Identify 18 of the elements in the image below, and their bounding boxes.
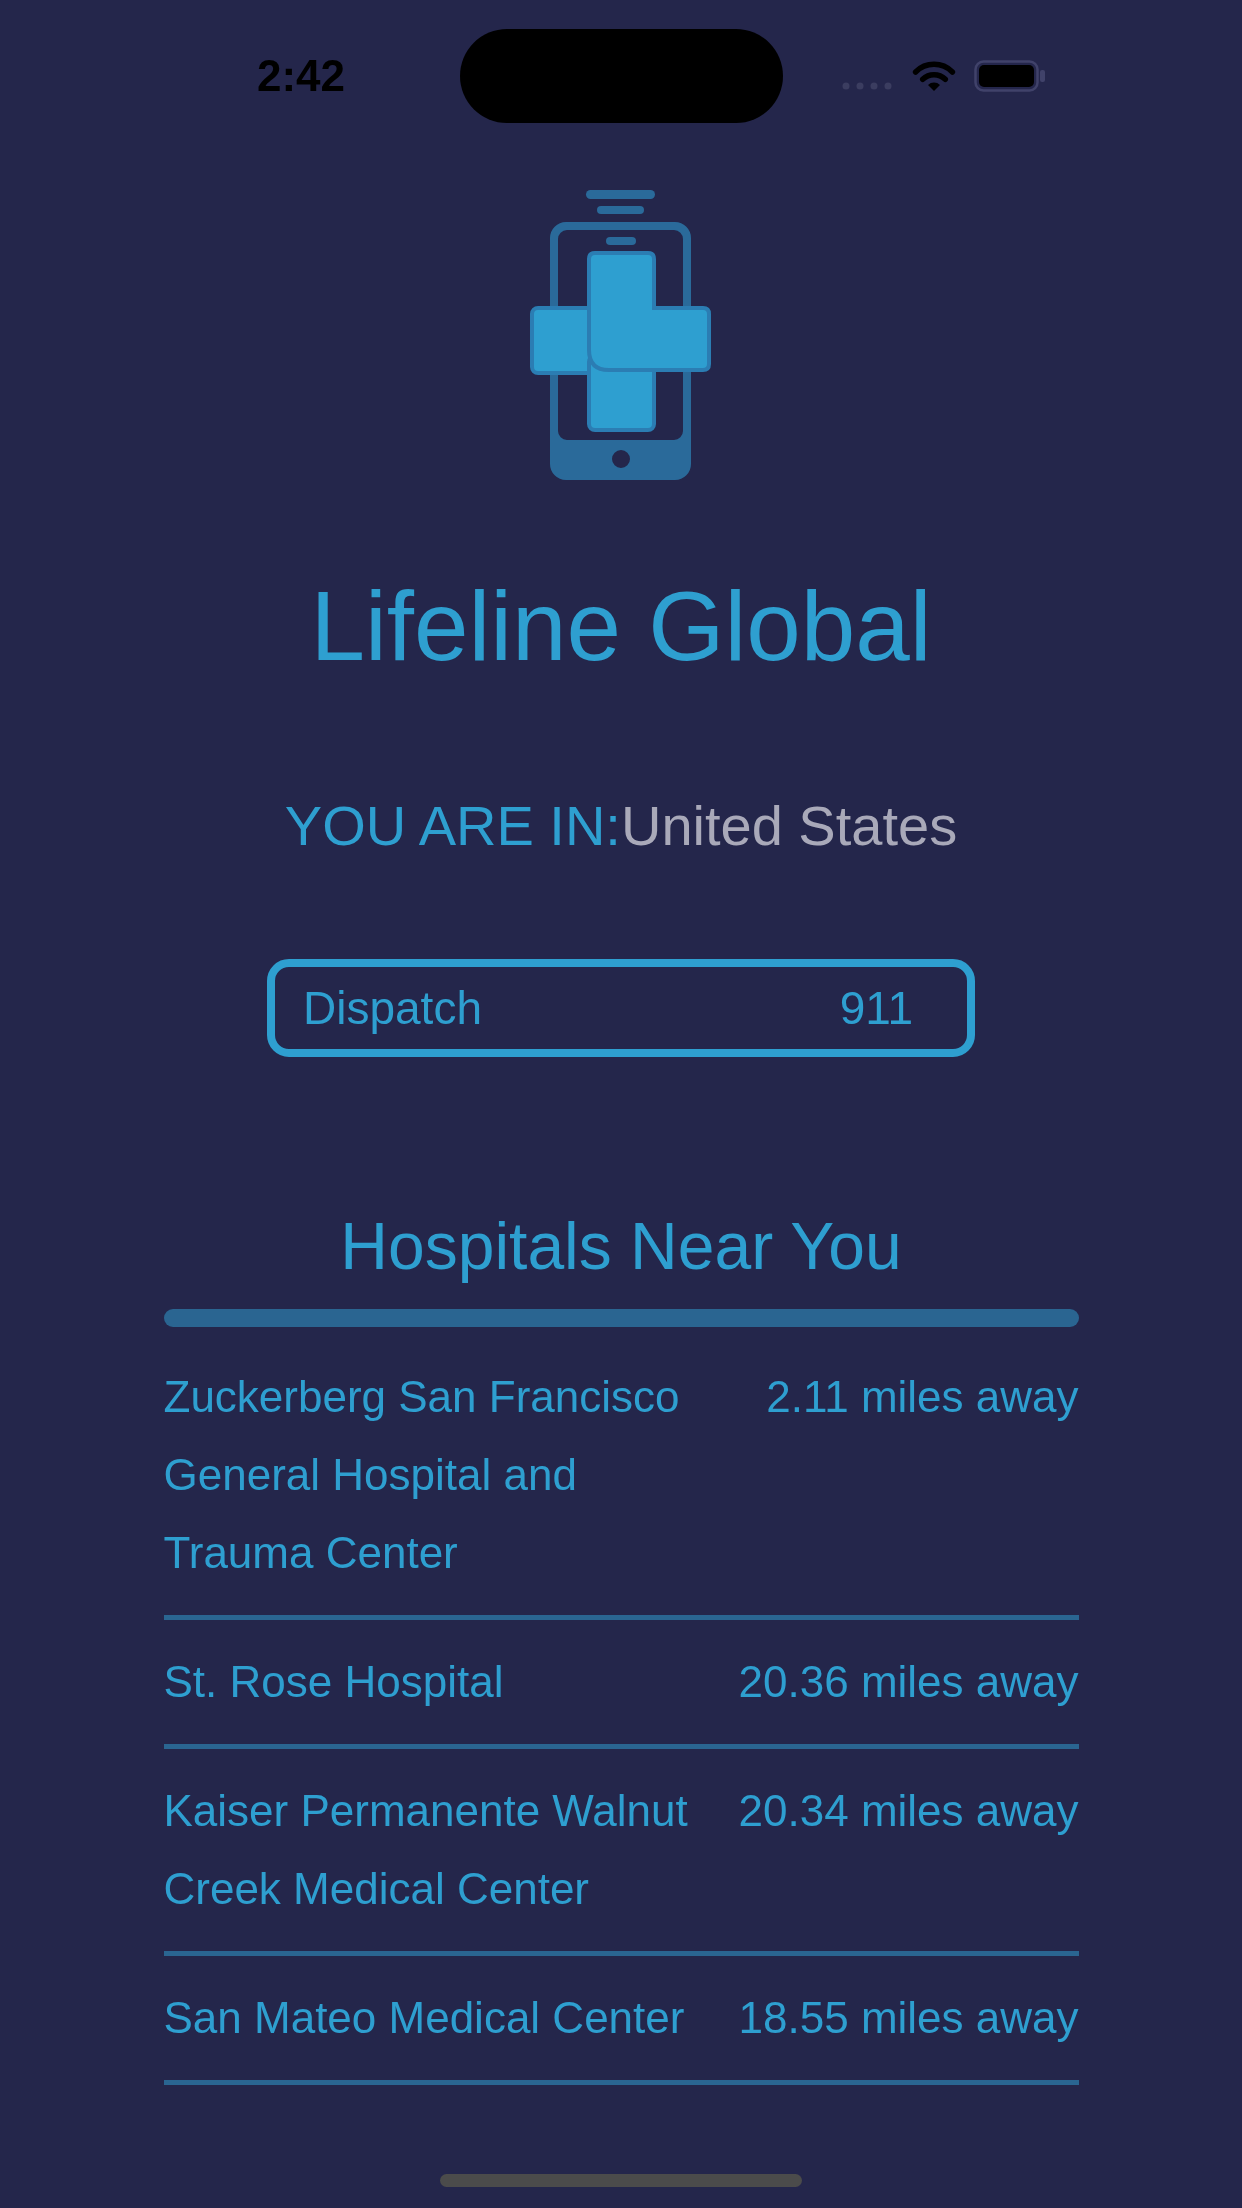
country-name: United States <box>620 794 958 858</box>
battery-icon <box>974 60 1046 92</box>
emergency-number-card[interactable]: Dispatch 911 <box>267 959 975 1057</box>
hospital-name: San Mateo Medical Center <box>163 1992 685 2044</box>
hospital-name: St. Rose Hospital <box>163 1656 504 1708</box>
status-time: 2:42 <box>256 54 345 98</box>
hospital-distance: 20.34 miles away <box>738 1785 1079 1837</box>
hospital-distance: 20.36 miles away <box>738 1656 1079 1708</box>
hospital-distance: 18.55 miles away <box>738 1992 1079 2044</box>
hospital-name: Zuckerberg San Francisco General Hospital and Trauma Center <box>163 1371 681 1579</box>
section-heading: Hospitals Near You <box>340 1208 902 1284</box>
app-title: Lifeline Global <box>310 570 932 683</box>
location-label: YOU ARE IN: <box>284 794 621 858</box>
wifi-icon <box>911 60 957 92</box>
phone-number: 911 <box>839 981 913 1036</box>
service-name: Dispatch <box>303 981 482 1036</box>
hospital-name: Kaiser Permanente Walnut Creek Medical Center <box>163 1785 689 1915</box>
hospital-distance: 2.11 miles away <box>766 1371 1079 1423</box>
